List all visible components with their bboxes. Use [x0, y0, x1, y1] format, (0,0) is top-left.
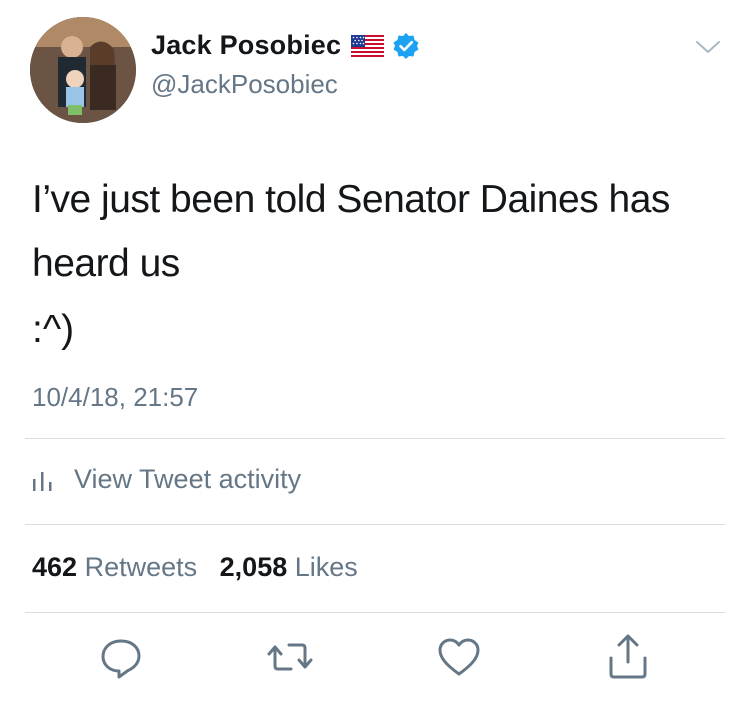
chevron-down-icon[interactable]	[694, 38, 722, 58]
avatar-photo	[30, 17, 136, 123]
reply-icon[interactable]	[96, 632, 146, 682]
retweets-count: 462	[32, 552, 78, 582]
retweets-stat[interactable]: 462 Retweets	[32, 552, 197, 582]
tweet-actions	[0, 632, 750, 682]
likes-label: Likes	[294, 552, 358, 582]
bar-chart-icon	[32, 468, 54, 492]
tweet-stats: 462 Retweets 2,058 Likes	[32, 552, 358, 583]
view-tweet-activity-label: View Tweet activity	[74, 464, 302, 494]
author-name[interactable]: Jack Posobiec	[151, 30, 341, 61]
like-icon[interactable]	[434, 632, 484, 682]
author-name-row: Jack Posobiec	[151, 30, 420, 61]
tweet-emote: :^)	[32, 308, 75, 351]
us-flag-icon	[351, 34, 385, 57]
retweets-label: Retweets	[84, 552, 198, 582]
tweet-timestamp[interactable]: 10/4/18, 21:57	[32, 382, 198, 413]
likes-count: 2,058	[219, 552, 288, 582]
profile-avatar[interactable]	[30, 17, 136, 123]
share-icon[interactable]	[603, 632, 653, 682]
tweet-text: I’ve just been told Senator Daines has h…	[32, 178, 670, 285]
view-tweet-activity-button[interactable]: View Tweet activity	[32, 464, 301, 495]
verified-badge-icon	[392, 32, 420, 60]
likes-stat[interactable]: 2,058 Likes	[220, 552, 358, 582]
divider	[25, 612, 725, 613]
author-handle[interactable]: @JackPosobiec	[151, 69, 338, 100]
divider	[25, 524, 725, 525]
divider	[25, 438, 725, 439]
retweet-icon[interactable]	[265, 632, 315, 682]
